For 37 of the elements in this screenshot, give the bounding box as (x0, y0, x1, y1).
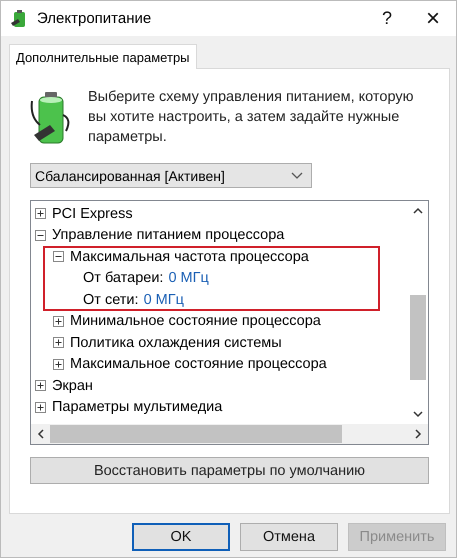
tree-item[interactable]: Управление питанием процессора (52, 227, 284, 244)
expand-icon[interactable] (35, 402, 46, 413)
tree-item[interactable]: Максимальное состояние процессора (70, 356, 327, 372)
dialog-button[interactable]: Отмена (240, 523, 338, 551)
expand-icon[interactable] (35, 380, 46, 392)
dialog-button[interactable]: OK (132, 523, 230, 551)
scroll-up-icon[interactable] (413, 207, 423, 214)
scroll-left-icon[interactable] (37, 429, 44, 439)
tree-item[interactable]: Параметры мультимедиа (52, 399, 222, 416)
tree-item[interactable]: Политика охлаждения системы (70, 334, 282, 351)
scroll-thumb[interactable] (410, 295, 426, 380)
scroll-down-icon[interactable] (413, 411, 423, 418)
expand-icon[interactable] (53, 337, 64, 348)
tab[interactable]: Дополнительные параметры (9, 44, 197, 69)
expand-icon[interactable] (35, 208, 46, 220)
tree-item[interactable]: PCI Express (52, 206, 133, 222)
help-button[interactable]: ? (364, 1, 410, 36)
tree-item[interactable]: Минимальное состояние процессора (70, 313, 321, 330)
chevron-down-icon (291, 172, 303, 180)
setting-value[interactable]: 0 МГц (144, 292, 184, 308)
expand-icon[interactable] (53, 316, 64, 327)
collapse-icon[interactable] (35, 230, 46, 241)
setting-value[interactable]: 0 МГц (168, 270, 209, 286)
window-title: Электропитание (37, 10, 152, 27)
horizontal-scrollbar[interactable] (31, 424, 428, 444)
collapse-icon[interactable] (53, 251, 64, 262)
setting-label: От батареи: (83, 270, 164, 286)
restore-defaults-button[interactable]: Восстановить параметры по умолчанию (30, 457, 429, 484)
scroll-thumb[interactable] (50, 425, 342, 443)
expand-icon[interactable] (53, 358, 64, 370)
tree-item[interactable]: Экран (52, 378, 93, 394)
tree-item[interactable]: Максимальная частота процессора (70, 248, 309, 265)
plan-dropdown[interactable]: Сбалансированная [Активен] (30, 163, 312, 188)
setting-label: От сети: (83, 292, 139, 308)
close-button[interactable]: × (410, 1, 456, 36)
instruction-text: Выберите схему управления питанием, которую вы хотите настроить, а затем задайте нужные параметры. (88, 88, 414, 147)
scroll-right-icon[interactable] (415, 429, 422, 439)
